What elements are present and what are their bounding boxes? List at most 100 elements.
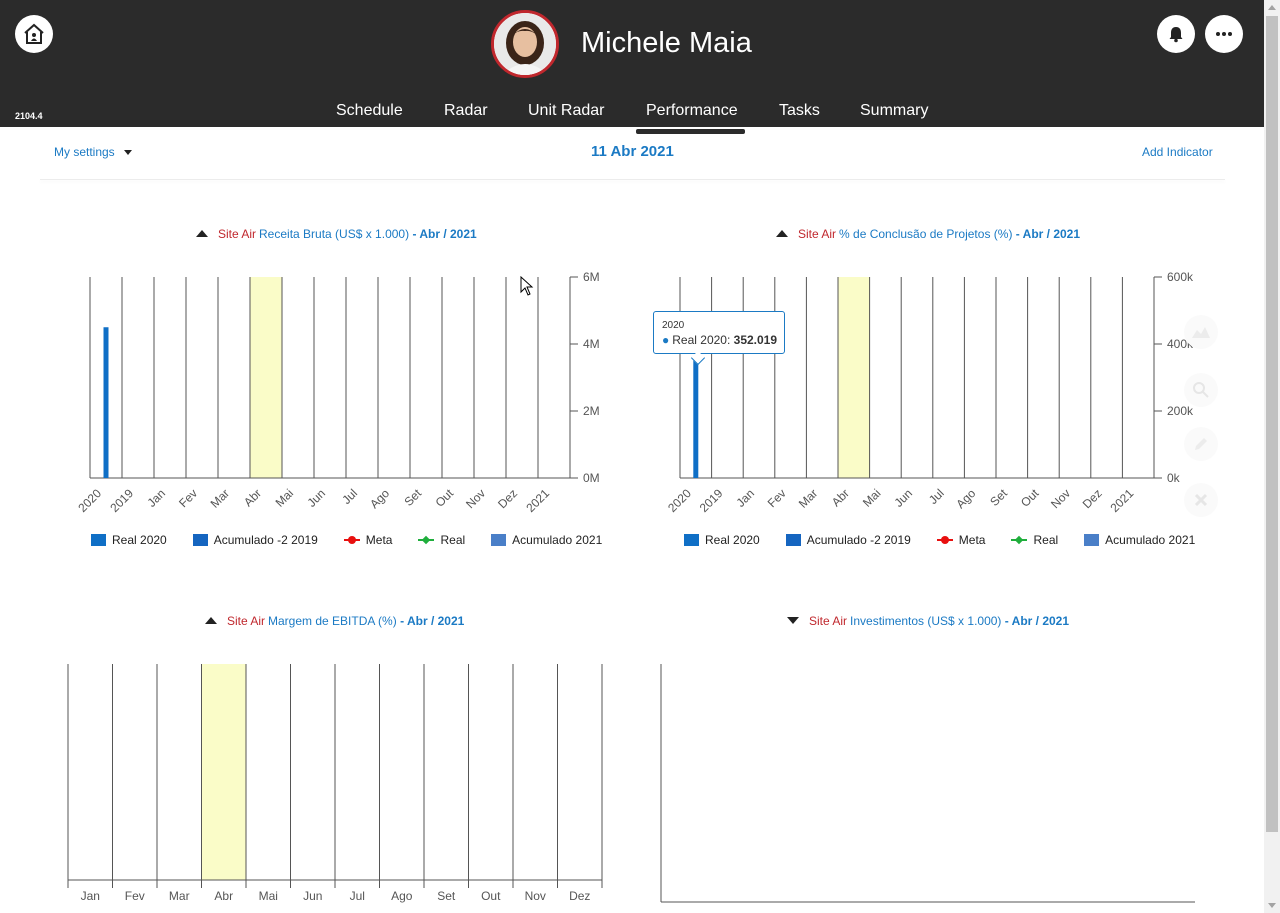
avatar[interactable] bbox=[491, 10, 559, 78]
caret-down-icon bbox=[124, 150, 133, 156]
x-tick-label: Dez bbox=[1080, 486, 1105, 511]
chart-site: Site Air bbox=[227, 614, 266, 628]
x-tick-label: 2021 bbox=[1108, 486, 1137, 515]
legend-label: Acumulado -2 2019 bbox=[213, 533, 318, 547]
remove-button[interactable] bbox=[1184, 483, 1218, 517]
notifications-button[interactable] bbox=[1157, 15, 1195, 53]
chart-title-investimentos[interactable]: Site Air Investimentos (US$ x 1.000) - Ab… bbox=[787, 614, 1069, 628]
trend-up-icon bbox=[776, 230, 788, 238]
x-tick-label: Nov bbox=[463, 486, 488, 511]
x-tick-label: Jun bbox=[303, 889, 322, 903]
my-settings-dropdown[interactable]: My settings bbox=[54, 145, 133, 159]
chart-title-ebitda[interactable]: Site Air Margem de EBITDA (%) - Abr / 202… bbox=[205, 614, 464, 628]
legend-label: Real 2020 bbox=[705, 533, 760, 547]
x-tick-label: Fev bbox=[176, 486, 200, 510]
zoom-button[interactable] bbox=[1184, 373, 1218, 407]
legend-circle-line-icon bbox=[936, 534, 953, 546]
x-tick-label: Jan bbox=[734, 486, 758, 510]
chart-receita-bruta[interactable]: 0M 2M 4M 6M 2020 2019 Jan Fev Mar Abr Mai Jun Jul Ago… bbox=[60, 260, 620, 530]
home-button[interactable] bbox=[15, 15, 53, 53]
chart-site: Site Air bbox=[798, 227, 837, 241]
zoom-icon bbox=[1193, 382, 1209, 398]
legend-diamond-line-icon bbox=[418, 534, 435, 546]
tooltip-series: Real 2020: bbox=[672, 333, 731, 347]
legend-square-icon bbox=[684, 534, 699, 546]
chart-margem-ebitda[interactable]: Jan Fev Mar Abr Mai Jun Jul Ago Set Out Nov Dez bbox=[50, 655, 620, 913]
x-tick-label: Jul bbox=[339, 486, 360, 507]
legend-square-icon bbox=[1084, 534, 1100, 546]
legend-item[interactable]: Real bbox=[1011, 533, 1058, 547]
home-icon bbox=[24, 23, 44, 44]
trend-up-icon bbox=[205, 617, 217, 625]
scroll-down-arrow[interactable] bbox=[1268, 903, 1276, 908]
legend-label: Acumulado 2021 bbox=[512, 533, 603, 547]
legend-label: Meta bbox=[958, 533, 986, 547]
chart-tooltip: 2020 ● Real 2020: 352.019 bbox=[653, 311, 785, 354]
legend-item[interactable]: Meta bbox=[343, 533, 393, 547]
highlight-band bbox=[838, 277, 870, 478]
legend-square-icon bbox=[785, 534, 801, 546]
x-tick-label: Nov bbox=[525, 889, 546, 903]
x-tick-label: Abr bbox=[829, 486, 852, 509]
scroll-up-arrow[interactable] bbox=[1268, 5, 1276, 10]
chart-site: Site Air bbox=[218, 227, 257, 241]
current-date[interactable]: 11 Abr 2021 bbox=[591, 143, 674, 160]
app-version: 2104.4 bbox=[15, 111, 43, 121]
legend-item[interactable]: Acumulado 2021 bbox=[491, 533, 602, 547]
chart-legend-conclusao: Real 2020 Acumulado -2 2019 Meta Real Acumul… bbox=[684, 533, 1221, 547]
legend-item[interactable]: Acumulado -2 2019 bbox=[192, 533, 318, 547]
edit-button[interactable] bbox=[1184, 427, 1218, 461]
pencil-icon bbox=[1195, 438, 1207, 450]
x-tick-label: Mar bbox=[796, 486, 821, 511]
legend-label: Meta bbox=[365, 533, 393, 547]
x-tick-label: Jan bbox=[145, 486, 169, 510]
x-tick-label: Out bbox=[481, 889, 501, 903]
x-tick-label: 2019 bbox=[107, 486, 136, 515]
bar-real-2020 bbox=[103, 327, 109, 478]
legend-item[interactable]: Real 2020 bbox=[684, 533, 760, 547]
tab-performance[interactable]: Performance bbox=[646, 102, 738, 120]
tab-radar[interactable]: Radar bbox=[444, 102, 488, 120]
area-chart-icon bbox=[1192, 327, 1210, 338]
y-tick-label: 2M bbox=[583, 404, 600, 418]
x-tick-label: Out bbox=[433, 486, 457, 510]
more-options-button[interactable] bbox=[1205, 15, 1243, 53]
chart-period: - Abr / 2021 bbox=[400, 614, 465, 628]
legend-diamond-line-icon bbox=[1011, 534, 1028, 546]
tab-summary[interactable]: Summary bbox=[860, 102, 928, 120]
tab-schedule[interactable]: Schedule bbox=[336, 102, 403, 120]
chart-indicator: Margem de EBITDA (%) bbox=[268, 614, 397, 628]
chart-type-button[interactable] bbox=[1184, 315, 1218, 349]
tab-unit-radar[interactable]: Unit Radar bbox=[528, 102, 604, 120]
user-name: Michele Maia bbox=[581, 27, 752, 59]
legend-square-icon bbox=[491, 534, 507, 546]
user-photo bbox=[494, 13, 556, 75]
add-indicator-link[interactable]: Add Indicator bbox=[1142, 145, 1213, 159]
chart-title-conclusao[interactable]: Site Air% de Conclusão de Projetos (%) -… bbox=[776, 227, 1080, 241]
x-tick-label: 2020 bbox=[75, 486, 104, 515]
x-tick-label: 2021 bbox=[523, 486, 552, 515]
tab-tasks[interactable]: Tasks bbox=[779, 102, 820, 120]
chart-conclusao-projetos[interactable]: 0k200k400k600k2020 2019 Jan Fev Mar Abr Mai Jun… bbox=[650, 260, 1210, 530]
legend-item[interactable]: Real 2020 bbox=[91, 533, 167, 547]
legend-item[interactable]: Real bbox=[418, 533, 465, 547]
y-tick-label: 6M bbox=[583, 270, 600, 284]
chart-title-receita[interactable]: Site Air Receita Bruta (US$ x 1.000) - Ab… bbox=[196, 227, 477, 241]
legend-label: Acumulado -2 2019 bbox=[806, 533, 911, 547]
scrollbar-thumb[interactable] bbox=[1266, 16, 1278, 832]
chart-site: Site Air bbox=[809, 614, 848, 628]
x-tick-label: Mar bbox=[169, 889, 190, 903]
highlight-band bbox=[250, 277, 282, 478]
x-tick-label: Ago bbox=[953, 486, 978, 511]
x-tick-label: Mar bbox=[208, 486, 233, 511]
legend-square-icon bbox=[91, 534, 106, 546]
chart-investimentos[interactable] bbox=[655, 655, 1205, 913]
tooltip-line: ● Real 2020: 352.019 bbox=[662, 333, 777, 347]
legend-item[interactable]: Meta bbox=[936, 533, 986, 547]
tooltip-dot-icon: ● bbox=[662, 333, 670, 347]
legend-item[interactable]: Acumulado -2 2019 bbox=[785, 533, 911, 547]
x-tick-label: Ago bbox=[367, 486, 392, 511]
x-tick-label: 2020 bbox=[665, 486, 694, 515]
legend-item[interactable]: Acumulado 2021 bbox=[1084, 533, 1195, 547]
highlight-band bbox=[201, 664, 246, 880]
